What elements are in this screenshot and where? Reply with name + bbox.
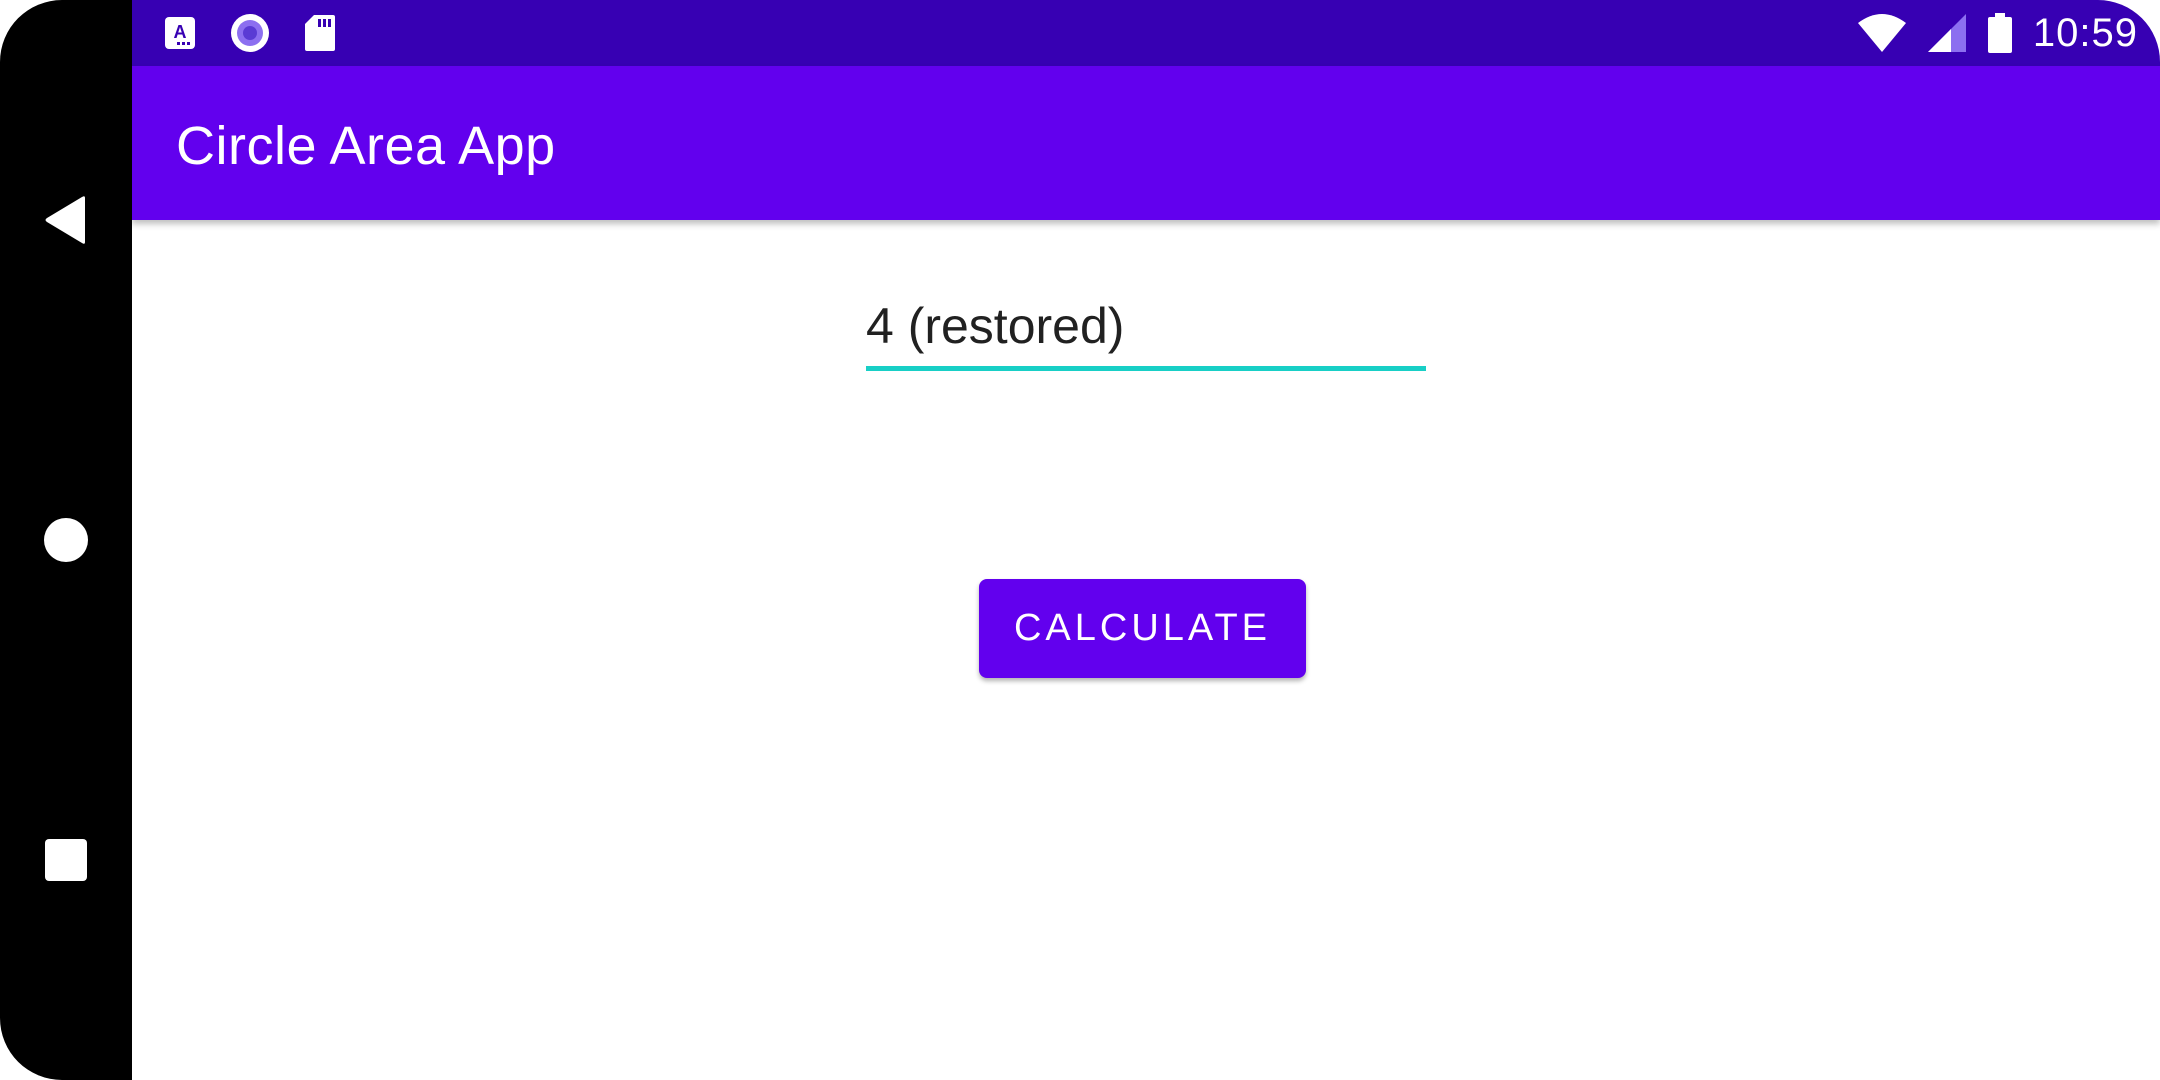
- back-button[interactable]: [0, 190, 132, 250]
- device-screen: A 10:59 Circle Area App 4 (restored) CAL…: [0, 0, 2160, 1080]
- recents-icon: [45, 839, 87, 881]
- status-bar: A 10:59: [132, 0, 2160, 66]
- navigation-bar: [0, 0, 132, 1080]
- signal-icon: [1927, 14, 1966, 52]
- app-notification-icon: A: [165, 17, 195, 49]
- sd-card-icon: [305, 15, 335, 51]
- svg-text:A: A: [174, 22, 187, 42]
- app-bar: Circle Area App: [132, 66, 2160, 220]
- app-title: Circle Area App: [176, 116, 556, 176]
- record-icon: [231, 14, 269, 52]
- radius-input-container: [866, 286, 1426, 371]
- home-icon: [44, 518, 88, 562]
- battery-icon: [1987, 13, 2012, 53]
- status-system-icons: 10:59: [1857, 0, 2138, 66]
- status-clock: 10:59: [2032, 10, 2138, 55]
- back-icon: [45, 196, 85, 244]
- radius-input[interactable]: [866, 286, 1426, 366]
- input-underline: [866, 366, 1426, 371]
- recents-button[interactable]: [0, 830, 132, 890]
- calculate-button[interactable]: CALCULATE: [979, 579, 1306, 678]
- status-notification-icons: A: [164, 0, 336, 66]
- home-button[interactable]: [0, 510, 132, 570]
- wifi-icon: [1857, 14, 1906, 52]
